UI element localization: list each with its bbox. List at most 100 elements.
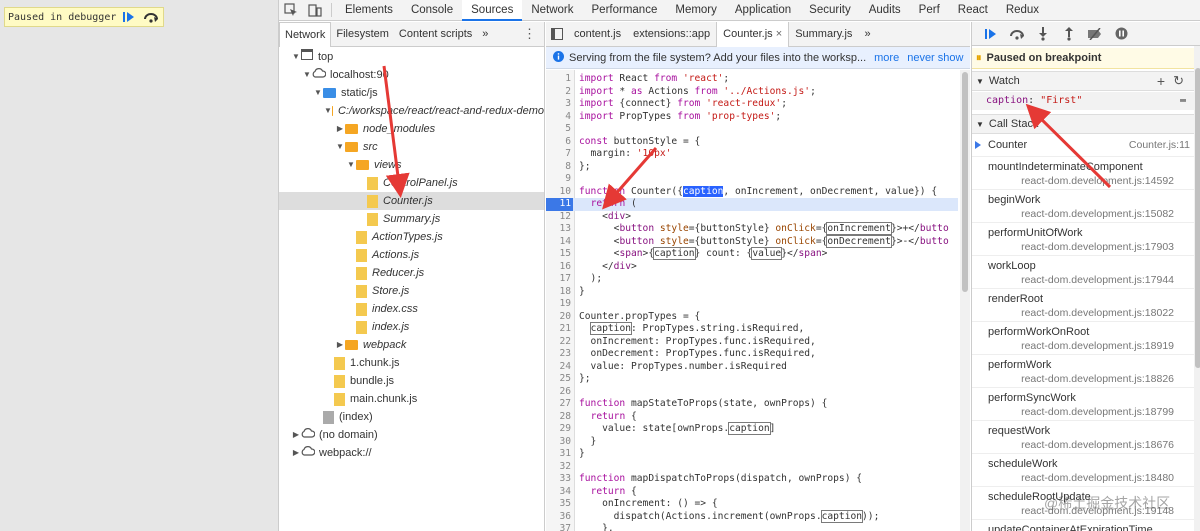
nav-tab-content-scripts[interactable]: Content scripts (394, 22, 477, 46)
tree-item[interactable]: ControlPanel.js (279, 174, 544, 192)
refresh-watch-icon[interactable]: ↻ (1173, 73, 1184, 89)
line-number[interactable]: 26 (546, 386, 571, 399)
call-stack-frame[interactable]: scheduleWork react-dom.development.js:184… (972, 454, 1194, 487)
line-number[interactable]: 19 (546, 298, 571, 311)
tree-item[interactable]: ActionTypes.js (279, 228, 544, 246)
call-stack-frame[interactable]: performWork react-dom.development.js:1882… (972, 355, 1194, 388)
collapsed-triangle-icon[interactable]: ▶ (335, 336, 345, 354)
line-number[interactable]: 20 (546, 311, 571, 324)
line-number[interactable]: 36 (546, 511, 571, 524)
line-number[interactable]: 8 (546, 161, 571, 174)
call-stack-frame[interactable]: performUnitOfWork react-dom.development.j… (972, 223, 1194, 256)
call-stack-frame[interactable]: requestWork react-dom.development.js:1867… (972, 421, 1194, 454)
line-number[interactable]: 2 (546, 86, 571, 99)
line-number[interactable]: 24 (546, 361, 571, 374)
tab-console[interactable]: Console (402, 0, 462, 20)
nav-tab-filesystem[interactable]: Filesystem (331, 22, 394, 46)
step-into-button[interactable] (1030, 23, 1056, 45)
line-number[interactable]: 3 (546, 98, 571, 111)
tab-audits[interactable]: Audits (860, 0, 910, 20)
tree-item[interactable]: ▼ static/js (279, 84, 544, 102)
call-stack-frame[interactable]: performWorkOnRoot react-dom.development.j… (972, 322, 1194, 355)
resume-script-button[interactable] (978, 23, 1004, 45)
tab-memory[interactable]: Memory (666, 0, 726, 20)
tab-perf[interactable]: Perf (910, 0, 949, 20)
line-number[interactable]: 33 (546, 473, 571, 486)
tree-item[interactable]: ▼ localhost:90 (279, 66, 544, 84)
expanded-triangle-icon[interactable]: ▼ (346, 156, 356, 174)
nav-tab-network[interactable]: Network (279, 21, 332, 47)
expanded-triangle-icon[interactable]: ▼ (302, 66, 312, 84)
toggle-navigator-button[interactable] (546, 28, 568, 40)
line-number[interactable]: 21 (546, 323, 571, 336)
infobar-never-show-link[interactable]: never show (907, 52, 963, 64)
tree-item[interactable]: bundle.js (279, 372, 544, 390)
line-number[interactable]: 18 (546, 286, 571, 299)
editor-scroll-thumb[interactable] (962, 72, 968, 292)
infobar-more-link[interactable]: more (874, 52, 899, 64)
line-number[interactable]: 27 (546, 398, 571, 411)
tab-react[interactable]: React (949, 0, 997, 20)
expanded-triangle-icon[interactable]: ▼ (335, 138, 345, 156)
editor-tab-counter-js[interactable]: Counter.js × (716, 21, 790, 47)
line-number[interactable]: 9 (546, 173, 571, 186)
tree-item[interactable]: Reducer.js (279, 264, 544, 282)
call-stack-frame[interactable]: beginWork react-dom.development.js:15082 (972, 190, 1194, 223)
infobar-close-icon[interactable]: × (969, 52, 970, 64)
line-number[interactable]: 11 (546, 198, 573, 211)
nav-more-button[interactable]: » (477, 22, 493, 46)
step-out-button[interactable] (1056, 23, 1082, 45)
collapsed-triangle-icon[interactable]: ▶ (291, 444, 301, 462)
sidebar-scrollbar[interactable] (1194, 46, 1200, 531)
line-number[interactable]: 5 (546, 123, 571, 136)
tree-item[interactable]: ▼ top (279, 48, 544, 66)
tree-item[interactable]: ▶ webpack (279, 336, 544, 354)
tab-security[interactable]: Security (800, 0, 860, 20)
editor-tab-extensions-app[interactable]: extensions::app (627, 22, 716, 46)
line-number[interactable]: 13 (546, 223, 571, 236)
sidebar-scroll-thumb[interactable] (1195, 68, 1200, 368)
line-number[interactable]: 35 (546, 498, 571, 511)
tree-item[interactable]: index.js (279, 318, 544, 336)
call-stack-frame[interactable]: Counter Counter.js:11 (972, 135, 1194, 157)
tree-item[interactable]: 1.chunk.js (279, 354, 544, 372)
tab-redux[interactable]: Redux (997, 0, 1048, 20)
call-stack-frame[interactable]: updateContainerAtExpirationTime (972, 520, 1194, 531)
expanded-triangle-icon[interactable]: ▼ (313, 84, 323, 102)
call-stack-frame[interactable]: workLoop react-dom.development.js:17944 (972, 256, 1194, 289)
line-number[interactable]: 6 (546, 136, 571, 149)
tree-item[interactable]: ▼ views (279, 156, 544, 174)
tree-item[interactable]: Counter.js (279, 192, 544, 210)
watch-expression[interactable]: caption: "First" ▬ (972, 92, 1194, 110)
line-number[interactable]: 16 (546, 261, 571, 274)
editor-tab-content-js[interactable]: content.js (568, 22, 627, 46)
expanded-triangle-icon[interactable]: ▼ (291, 48, 301, 66)
collapsed-triangle-icon[interactable]: ▶ (335, 120, 345, 138)
tree-item[interactable]: ▶ node_modules (279, 120, 544, 138)
add-watch-icon[interactable]: + (1157, 73, 1165, 89)
code-view[interactable]: 1 import React from 'react'; 2 import * as … (546, 70, 970, 531)
step-over-button[interactable] (141, 9, 161, 25)
device-toolbar-button[interactable] (303, 0, 327, 20)
tree-item[interactable]: ▶ (no domain) (279, 426, 544, 444)
tab-performance[interactable]: Performance (583, 0, 667, 20)
editor-tabs-more-button[interactable]: » (858, 22, 876, 46)
line-number[interactable]: 31 (546, 448, 571, 461)
line-number[interactable]: 7 (546, 148, 571, 161)
expanded-triangle-icon[interactable]: ▼ (324, 102, 332, 120)
tree-item[interactable]: Actions.js (279, 246, 544, 264)
line-number[interactable]: 34 (546, 486, 571, 499)
editor-tab-summary-js[interactable]: Summary.js (789, 22, 858, 46)
tree-item[interactable]: main.chunk.js (279, 390, 544, 408)
line-number[interactable]: 37 (546, 523, 571, 531)
tab-network[interactable]: Network (522, 0, 582, 20)
tab-application[interactable]: Application (726, 0, 800, 20)
remove-watch-icon[interactable]: ▬ (1180, 92, 1186, 110)
tree-item[interactable]: ▼ C:/workspace/react/react-and-redux-demo (279, 102, 544, 120)
pause-on-exceptions-button[interactable] (1108, 23, 1134, 45)
resume-button[interactable] (119, 9, 139, 25)
line-number[interactable]: 15 (546, 248, 571, 261)
line-number[interactable]: 1 (546, 73, 571, 86)
line-number[interactable]: 14 (546, 236, 571, 249)
inspect-element-button[interactable] (279, 0, 303, 20)
